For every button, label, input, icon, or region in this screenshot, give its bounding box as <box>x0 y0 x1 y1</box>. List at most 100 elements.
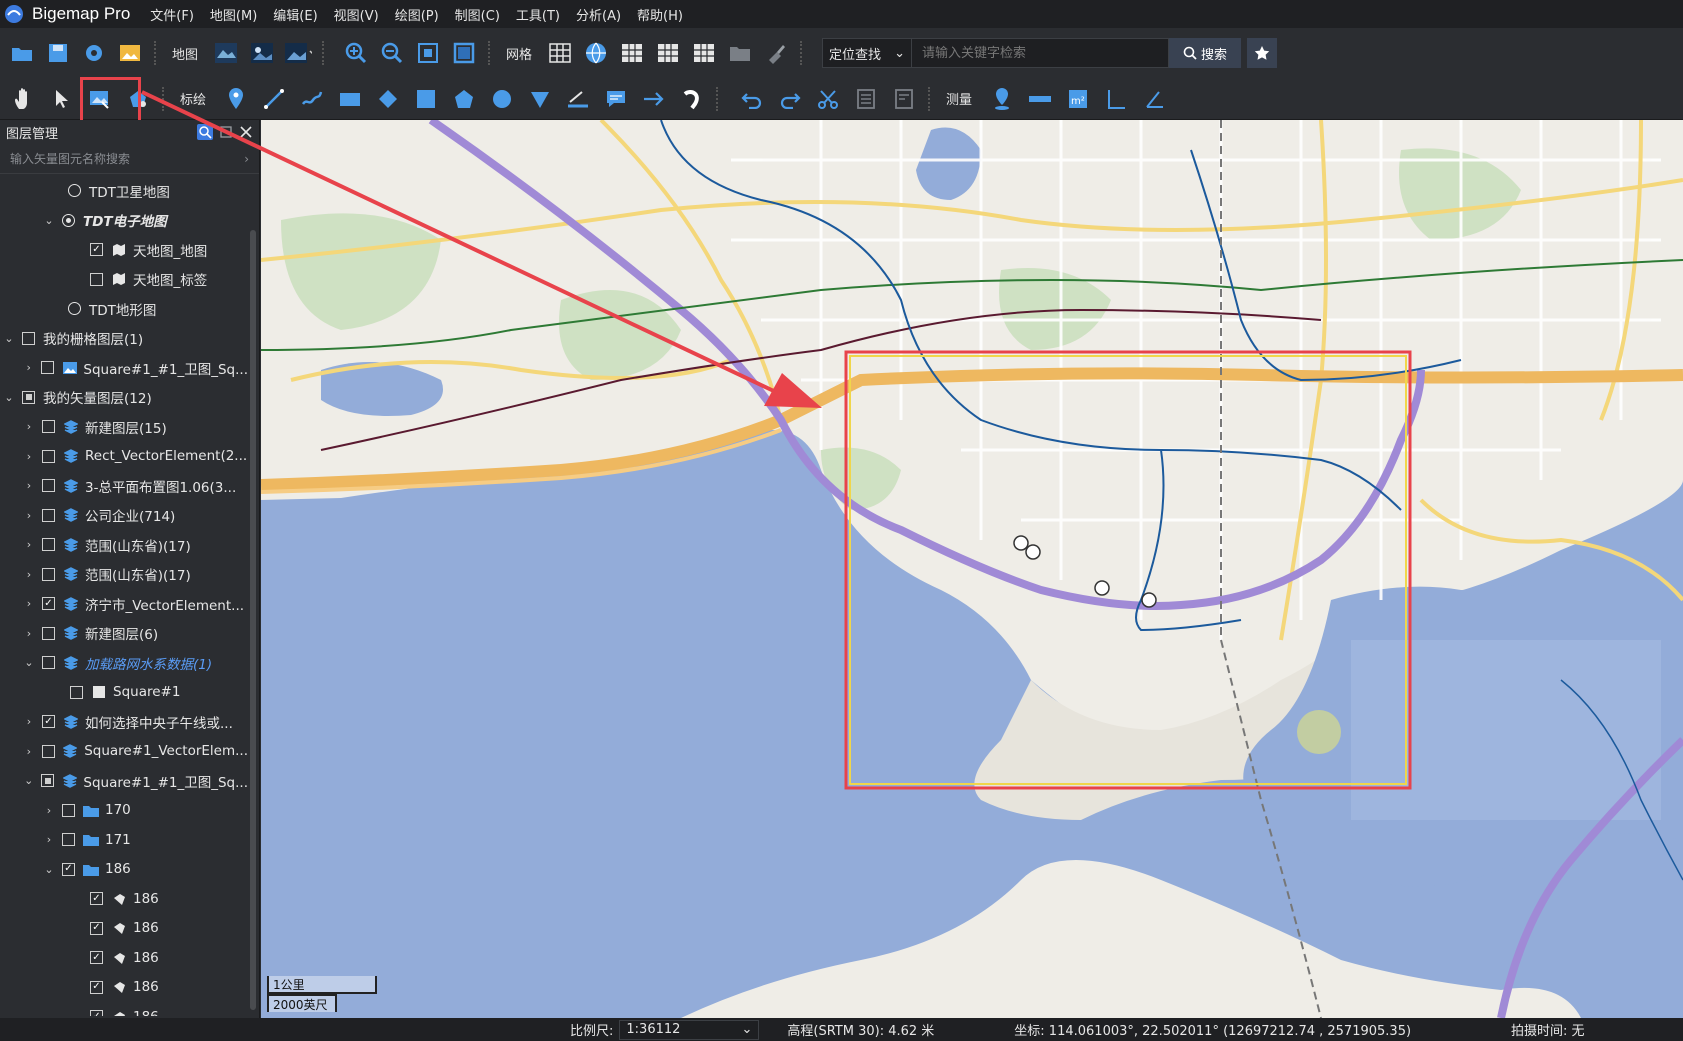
checkbox[interactable] <box>90 272 103 286</box>
pan-hand-icon[interactable] <box>10 85 38 113</box>
tree-item-folder[interactable]: ⌄ ✓ 186 <box>0 855 248 885</box>
vector-search-field[interactable]: 输入矢量图元名称搜索 › <box>0 144 259 174</box>
favorites-button[interactable] <box>1247 38 1278 68</box>
tree-item-vector-group[interactable]: ⌄ 我的矢量图层(12) <box>0 383 248 413</box>
tree-item-vector-layer[interactable]: › Rect_VectorElement(2... <box>0 442 248 472</box>
place-search-input[interactable] <box>912 38 1170 68</box>
menu-tools[interactable]: 工具(T) <box>516 5 560 24</box>
grid-folder-icon[interactable] <box>726 39 754 67</box>
checkbox[interactable] <box>42 538 55 552</box>
save-icon[interactable] <box>44 39 72 67</box>
checkbox[interactable] <box>41 744 55 758</box>
checkbox[interactable] <box>22 331 35 345</box>
menu-file[interactable]: 文件(F) <box>150 5 194 24</box>
search-button[interactable]: 搜索 <box>1169 38 1242 68</box>
draw-diamond-icon[interactable] <box>374 85 402 113</box>
draw-freehand-icon[interactable] <box>298 85 326 113</box>
tree-item-polygon[interactable]: ✓ 186 <box>0 914 248 944</box>
checkbox[interactable]: ✓ <box>90 1010 103 1016</box>
draw-road-icon[interactable] <box>564 85 592 113</box>
chevron-right-icon[interactable]: › <box>22 745 36 758</box>
checkbox[interactable]: ✓ <box>90 921 103 935</box>
attribute-table-icon[interactable] <box>852 85 880 113</box>
grid-mgrs-icon[interactable] <box>690 39 718 67</box>
tree-item-polygon[interactable]: ✓ 186 <box>0 973 248 1003</box>
zoom-in-icon[interactable] <box>342 39 370 67</box>
scrollbar-thumb[interactable] <box>250 230 256 1010</box>
tree-item-vector-layer[interactable]: › 新建图层(15) <box>0 412 248 442</box>
properties-doc-icon[interactable] <box>890 85 918 113</box>
chevron-right-icon[interactable]: › <box>22 420 36 433</box>
tree-item-tianditu-label[interactable]: 天地图_标签 <box>0 265 248 295</box>
chevron-right-icon[interactable]: › <box>42 804 56 817</box>
tree-item-raster-square[interactable]: › Square#1_#1_卫图_Sq... <box>0 353 248 383</box>
menu-view[interactable]: 视图(V) <box>334 5 379 24</box>
draw-square-icon[interactable] <box>412 85 440 113</box>
menu-analysis[interactable]: 分析(A) <box>576 5 621 24</box>
tree-item-vector-layer[interactable]: › 公司企业(714) <box>0 501 248 531</box>
layer-tree-scrollbar[interactable] <box>249 176 257 1016</box>
tree-item-polygon[interactable]: ✓ 186 <box>0 1002 248 1016</box>
chevron-down-icon[interactable]: ⌄ <box>22 774 35 787</box>
chevron-right-icon[interactable]: › <box>22 450 36 463</box>
menu-cartography[interactable]: 制图(C) <box>455 5 500 24</box>
radio-button[interactable] <box>62 213 75 227</box>
chevron-right-icon[interactable]: › <box>22 715 36 728</box>
clear-grid-icon[interactable] <box>762 39 790 67</box>
open-folder-icon[interactable] <box>8 39 36 67</box>
tree-item-raster-group[interactable]: ⌄ 我的栅格图层(1) <box>0 324 248 354</box>
tree-item-folder[interactable]: › 170 <box>0 796 248 826</box>
search-icon[interactable] <box>197 124 213 140</box>
tree-item-tianditu-map[interactable]: ✓ 天地图_地图 <box>0 235 248 265</box>
scale-select[interactable]: 1:36112 ⌄ <box>619 1019 760 1040</box>
checkbox[interactable] <box>42 656 55 670</box>
map-source-dropdown-icon[interactable] <box>284 39 313 67</box>
tree-item-folder[interactable]: › 171 <box>0 825 248 855</box>
map-source-satellite-icon[interactable] <box>212 39 240 67</box>
draw-rectangle-icon[interactable] <box>336 85 364 113</box>
checkbox[interactable]: ✓ <box>90 243 103 257</box>
checkbox[interactable] <box>22 390 35 404</box>
grid-icon[interactable] <box>546 39 574 67</box>
draw-polygon-icon[interactable] <box>450 85 478 113</box>
checkbox[interactable] <box>62 803 75 817</box>
tree-item-roadnet-layer[interactable]: ⌄ 加载路网水系数据(1) <box>0 648 248 678</box>
menu-edit[interactable]: 编辑(E) <box>273 5 317 24</box>
checkbox[interactable] <box>41 774 55 788</box>
checkbox[interactable]: ✓ <box>42 597 55 611</box>
checkbox[interactable]: ✓ <box>90 951 103 965</box>
checkbox[interactable]: ✓ <box>90 892 103 906</box>
map-canvas[interactable]: 1公里 2000英尺 <box>261 120 1683 1018</box>
grid-gk-icon[interactable] <box>654 39 682 67</box>
image-export-icon[interactable] <box>116 39 144 67</box>
full-extent-icon[interactable] <box>450 39 478 67</box>
chevron-right-icon[interactable]: › <box>244 152 249 166</box>
checkbox[interactable] <box>42 626 55 640</box>
checkbox[interactable]: ✓ <box>62 862 75 876</box>
tree-item-vector-layer[interactable]: › 3-总平面布置图1.06(3... <box>0 471 248 501</box>
draw-circle-icon[interactable] <box>488 85 516 113</box>
zoom-out-icon[interactable] <box>378 39 406 67</box>
chevron-right-icon[interactable]: › <box>22 538 36 551</box>
chevron-right-icon[interactable]: › <box>42 833 56 846</box>
tree-item-tdt-terrain[interactable]: TDT地形图 <box>0 294 248 324</box>
checkbox[interactable]: ✓ <box>42 715 55 729</box>
locate-mode-select[interactable]: 定位查找 ⌄ <box>822 38 913 68</box>
chevron-right-icon[interactable]: › <box>22 627 36 640</box>
map-source-dark-icon[interactable] <box>248 39 276 67</box>
checkbox[interactable] <box>42 449 55 463</box>
tree-item-vector-layer[interactable]: › ✓ 济宁市_VectorElement... <box>0 589 248 619</box>
radio-button[interactable] <box>68 302 81 316</box>
tree-item-vector-layer[interactable]: › ✓ 如何选择中央子午线或... <box>0 707 248 737</box>
chevron-down-icon[interactable]: ⌄ <box>2 391 16 404</box>
chevron-right-icon[interactable]: › <box>22 597 36 610</box>
measure-height-icon[interactable] <box>1102 85 1130 113</box>
checkbox[interactable] <box>42 567 55 581</box>
menu-map[interactable]: 地图(M) <box>210 5 257 24</box>
menu-draw[interactable]: 绘图(P) <box>395 5 439 24</box>
globe-grid-icon[interactable] <box>582 39 610 67</box>
pin-panel-icon[interactable] <box>219 125 233 139</box>
checkbox[interactable] <box>62 833 75 847</box>
cut-scissors-icon[interactable] <box>814 85 842 113</box>
tree-item-square[interactable]: Square#1 <box>0 678 248 708</box>
